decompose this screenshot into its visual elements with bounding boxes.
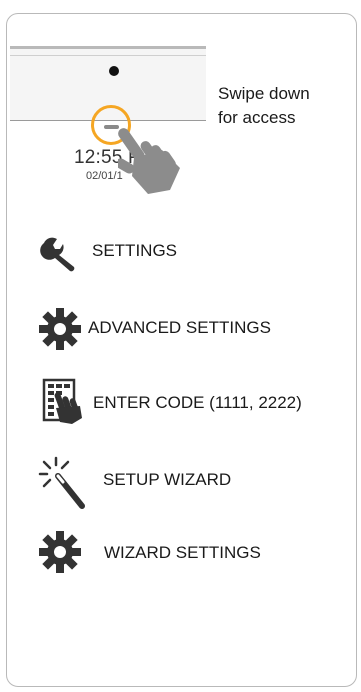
swipe-instruction-line2: for access: [218, 108, 296, 127]
menu-item-settings[interactable]: SETTINGS: [92, 241, 177, 261]
keypad-hand-icon: [42, 378, 82, 424]
swipe-instruction: Swipe down for access: [218, 82, 310, 130]
magic-wand-icon: [38, 456, 85, 509]
menu-item-advanced-settings[interactable]: ADVANCED SETTINGS: [88, 318, 271, 338]
pointing-hand-icon: [118, 128, 180, 194]
gear-icon: [39, 308, 81, 350]
panel-sub-line: [10, 55, 206, 56]
camera-dot: [109, 66, 119, 76]
gear-icon: [39, 531, 81, 573]
wrench-icon: [40, 237, 75, 272]
menu-item-enter-code[interactable]: ENTER CODE (1111, 2222): [93, 393, 302, 413]
panel-top-line: [10, 46, 206, 49]
menu-item-setup-wizard[interactable]: SETUP WIZARD: [103, 470, 231, 490]
swipe-instruction-line1: Swipe down: [218, 84, 310, 103]
menu-item-wizard-settings[interactable]: WIZARD SETTINGS: [104, 543, 261, 563]
